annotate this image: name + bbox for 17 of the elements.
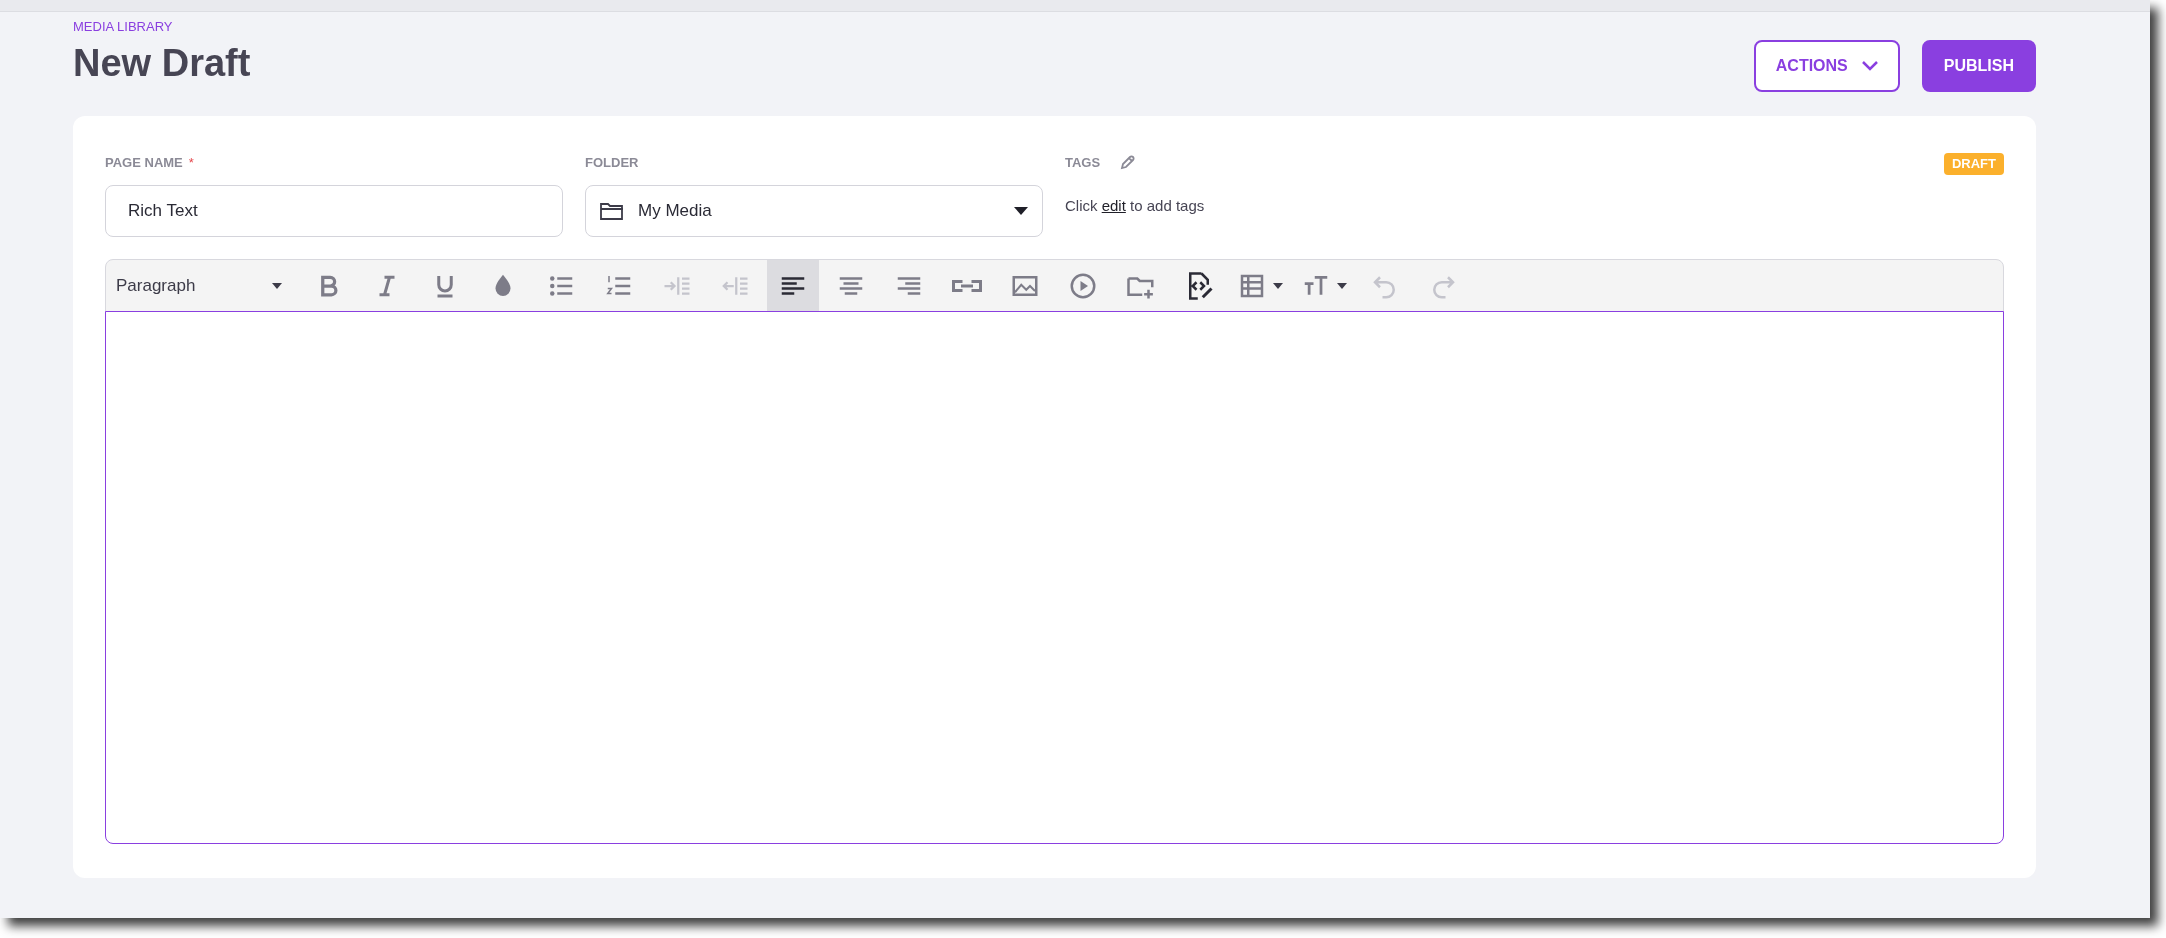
field-label: PAGE NAME — [105, 154, 183, 172]
actions-button[interactable]: ACTIONS — [1753, 40, 1900, 92]
publish-button[interactable]: PUBLISH — [1921, 40, 2036, 92]
field-label: FOLDER — [585, 154, 640, 172]
status-badge: DRAFT — [1943, 153, 2004, 175]
field-label: TAGS — [1065, 154, 1101, 172]
tags-hint: Click edit to add tags — [1065, 196, 1206, 216]
page-title: New Draft — [73, 41, 251, 86]
breadcrumb-link[interactable]: MEDIA LIBRARY — [73, 18, 173, 36]
chevron-down-icon — [1861, 61, 1878, 71]
folder-select[interactable]: My Media — [585, 185, 1043, 237]
edit-pencil-icon[interactable] — [1118, 153, 1137, 172]
required-mark: * — [188, 154, 194, 172]
caret-icon — [1014, 207, 1028, 215]
folder-icon — [600, 201, 624, 221]
edit-link[interactable]: edit — [1101, 197, 1126, 214]
page-name-input[interactable]: Rich Text — [105, 185, 563, 237]
